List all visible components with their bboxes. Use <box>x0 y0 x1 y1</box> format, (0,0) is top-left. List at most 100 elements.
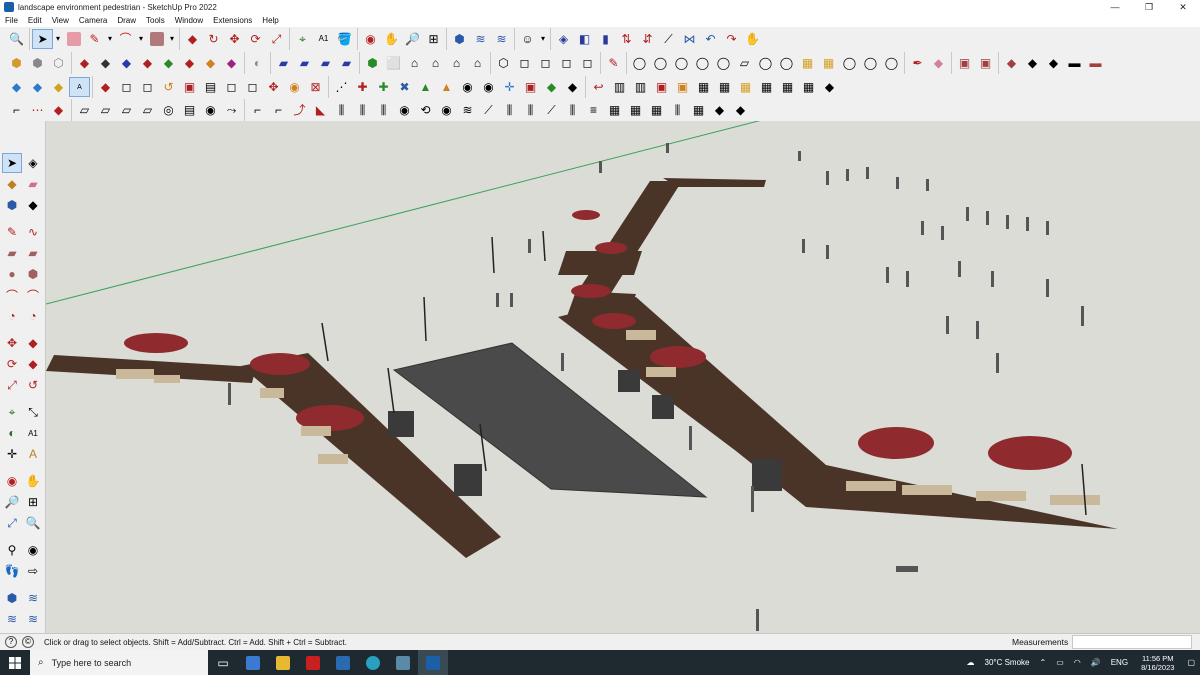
view-back-icon[interactable]: ⌂ <box>446 53 467 73</box>
photoshop-icon[interactable] <box>328 650 358 675</box>
solid-split-icon[interactable]: ⟋ <box>658 29 679 49</box>
menu-camera[interactable]: Camera <box>74 16 112 25</box>
tool-r3-10-icon[interactable]: ◉ <box>284 77 305 97</box>
walk-icon[interactable]: 👣 <box>2 561 22 581</box>
pan-icon[interactable]: ✋ <box>381 29 402 49</box>
look-around-icon[interactable]: ◉ <box>23 540 43 560</box>
plugin-3-icon[interactable]: ◆ <box>1001 53 1022 73</box>
style-wire-icon[interactable]: ◻ <box>514 53 535 73</box>
sketchup-taskbar-icon[interactable] <box>418 650 448 675</box>
arc-3-icon[interactable]: ◔ <box>2 306 22 326</box>
tool-r3-5-icon[interactable]: ▣ <box>179 77 200 97</box>
tool-r4-14-icon[interactable]: ⤴ <box>289 100 310 120</box>
tool-r4-7-icon[interactable]: ▱ <box>137 100 158 120</box>
paint-bucket-icon[interactable]: 🪣 <box>334 29 355 49</box>
view-top-icon[interactable]: ⬜ <box>383 53 404 73</box>
shape-1-icon[interactable]: ◯ <box>629 53 650 73</box>
weather-text[interactable]: 30°C Smoke <box>985 658 1030 667</box>
tool-r3-26-icon[interactable]: ▥ <box>630 77 651 97</box>
tool-r3-12-icon[interactable]: ⋰ <box>331 77 352 97</box>
solid-intersect-icon[interactable]: ◧ <box>574 29 595 49</box>
snipping-tool-icon[interactable] <box>388 650 418 675</box>
taskbar-clock[interactable]: 11:56 PM 8/16/2023 <box>1141 654 1174 672</box>
tool-r3-19-icon[interactable]: ◉ <box>478 77 499 97</box>
hand-select-icon[interactable]: ✋ <box>742 29 763 49</box>
view-front-icon[interactable]: ⌂ <box>404 53 425 73</box>
tool-r3-1-icon[interactable]: ◆ <box>95 77 116 97</box>
language-indicator[interactable]: ENG <box>1111 658 1128 667</box>
zoom-extents-icon[interactable]: 🔍 <box>6 29 27 49</box>
plugin-2-icon[interactable]: ▣ <box>975 53 996 73</box>
account-icon[interactable]: ☺ <box>517 29 538 49</box>
tool-r4-32-icon[interactable]: ⫼ <box>667 100 688 120</box>
tool-r3-34-icon[interactable]: ▦ <box>798 77 819 97</box>
tool-r3-25-icon[interactable]: ▥ <box>609 77 630 97</box>
zoom-tool-icon[interactable]: 🔎 <box>2 492 22 512</box>
plugin-5-icon[interactable]: ◆ <box>1043 53 1064 73</box>
rotate-tool-icon[interactable]: ⟳ <box>2 354 22 374</box>
start-button[interactable] <box>0 650 30 675</box>
layer-2-icon[interactable]: ◆ <box>27 77 48 97</box>
rectangle-icon[interactable]: ▰ <box>2 243 22 263</box>
tool-r4-3-icon[interactable]: ◆ <box>48 100 69 120</box>
rectangle-dropdown-icon[interactable]: ▾ <box>167 29 177 49</box>
taskbar-search[interactable]: ⌕ Type here to search <box>30 650 208 675</box>
tool-r3-8-icon[interactable]: ◻ <box>242 77 263 97</box>
select-icon[interactable]: ➤ <box>2 153 22 173</box>
shape-4-icon[interactable]: ◯ <box>692 53 713 73</box>
scale-icon[interactable]: ⤢ <box>266 29 287 49</box>
sandbox-drape-icon[interactable]: ◆ <box>179 53 200 73</box>
menu-window[interactable]: Window <box>170 16 208 25</box>
notifications-icon[interactable]: ▢ <box>1187 658 1195 667</box>
shape-6-icon[interactable]: ▱ <box>734 53 755 73</box>
plugin-7-icon[interactable]: ▬ <box>1085 53 1106 73</box>
warehouse-icon[interactable]: ⬢ <box>449 29 470 49</box>
sandbox-smoove-icon[interactable]: ◆ <box>221 53 242 73</box>
close-button[interactable]: ✕ <box>1166 0 1200 14</box>
shape-12-icon[interactable]: ◯ <box>860 53 881 73</box>
wifi-icon[interactable]: ◠ <box>1074 658 1081 667</box>
tool-r4-26-icon[interactable]: ⟋ <box>541 100 562 120</box>
push-pull-2-icon[interactable]: ◆ <box>74 53 95 73</box>
tool-r4-21-icon[interactable]: ◉ <box>436 100 457 120</box>
shape-11-icon[interactable]: ◯ <box>839 53 860 73</box>
eraser-2-icon[interactable]: ✎ <box>603 53 624 73</box>
tool-r3-17-icon[interactable]: ▲ <box>436 77 457 97</box>
section-plane-icon[interactable]: ◐ <box>247 53 268 73</box>
tool-r4-20-icon[interactable]: ⟲ <box>415 100 436 120</box>
pan-tool-icon[interactable]: ✋ <box>23 471 43 491</box>
arc-2-icon[interactable]: ⌒ <box>23 285 43 305</box>
sandbox-stamp-icon[interactable]: ◆ <box>158 53 179 73</box>
polygon-icon[interactable]: ⬢ <box>23 264 43 284</box>
tool-r3-2-icon[interactable]: ◻ <box>116 77 137 97</box>
component-icon[interactable]: ⬢ <box>2 195 22 215</box>
top-view-icon[interactable]: ▰ <box>315 53 336 73</box>
section-tool-icon[interactable]: ⇨ <box>23 561 43 581</box>
minimize-button[interactable]: — <box>1098 0 1132 14</box>
style-hidden-icon[interactable]: ◻ <box>535 53 556 73</box>
plugin-6-icon[interactable]: ▬ <box>1064 53 1085 73</box>
tool-r3-20-icon[interactable]: ✛ <box>499 77 520 97</box>
zoom-window-icon[interactable]: ⊞ <box>423 29 444 49</box>
tool-r3-22-icon[interactable]: ◆ <box>541 77 562 97</box>
text-tool-icon[interactable]: A1 <box>313 29 334 49</box>
shape-8-icon[interactable]: ◯ <box>776 53 797 73</box>
tool-r3-16-icon[interactable]: ▲ <box>415 77 436 97</box>
select-dropdown-icon[interactable]: ▾ <box>53 29 63 49</box>
tool-r4-8-icon[interactable]: ◎ <box>158 100 179 120</box>
file-explorer-icon[interactable] <box>268 650 298 675</box>
solid-union-icon[interactable]: ▮ <box>595 29 616 49</box>
move-icon[interactable]: ✥ <box>224 29 245 49</box>
tool-r4-5-icon[interactable]: ▱ <box>95 100 116 120</box>
tool-r4-31-icon[interactable]: ▦ <box>646 100 667 120</box>
position-camera-icon[interactable]: ⚲ <box>2 540 22 560</box>
tool-r3-4-icon[interactable]: ↺ <box>158 77 179 97</box>
redo-icon[interactable]: ↷ <box>721 29 742 49</box>
circle-icon[interactable]: ● <box>2 264 22 284</box>
view-left-icon[interactable]: ⌂ <box>467 53 488 73</box>
tool-r4-1-icon[interactable]: ⌐ <box>6 100 27 120</box>
tag-icon[interactable]: ◆ <box>23 195 43 215</box>
shape-5-icon[interactable]: ◯ <box>713 53 734 73</box>
front-view-icon[interactable]: ▰ <box>273 53 294 73</box>
arc-icon[interactable]: ⌒ <box>2 285 22 305</box>
